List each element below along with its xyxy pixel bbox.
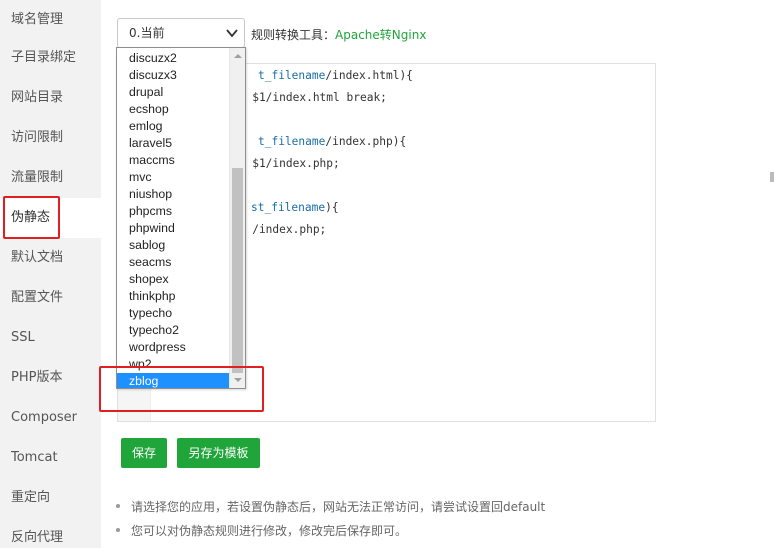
site-settings-sidebar: 域名管理 子目录绑定 网站目录 访问限制 流量限制 伪静态 默认文档 配置文件 … [0,0,101,548]
sidebar-item-reverse-proxy[interactable]: 反向代理 [0,518,101,548]
code-line: st_filename){ [251,201,339,214]
sidebar-item-config-file[interactable]: 配置文件 [0,278,101,318]
sidebar-item-composer[interactable]: Composer [0,398,101,438]
option-drupal[interactable]: drupal [117,84,229,101]
code-line: /index.php; [232,223,327,236]
option-ecshop[interactable]: ecshop [117,101,229,118]
sidebar-item-access-limit[interactable]: 访问限制 [0,118,101,158]
dropdown-scrollbar[interactable] [229,48,245,388]
sidebar-item-site-directory[interactable]: 网站目录 [0,78,101,118]
code-line: t_filename/index.php){ [258,135,407,148]
sidebar-item-traffic-limit[interactable]: 流量限制 [0,158,101,198]
sidebar-item-ssl[interactable]: SSL [0,318,101,358]
code-line: t_filename/index.html){ [258,69,413,82]
option-wordpress[interactable]: wordpress [117,339,229,356]
option-thinkphp[interactable]: thinkphp [117,288,229,305]
highlight-box-sidebar [3,196,60,239]
scrollbar-thumb[interactable] [232,168,243,373]
code-line: $1/index.html break; [232,91,387,104]
option-seacms[interactable]: seacms [117,254,229,271]
sidebar-item-domain[interactable]: 域名管理 [0,0,101,40]
rewrite-rule-options-list[interactable]: discuzx2 discuzx3 drupal ecshop emlog la… [116,47,246,389]
option-shopex[interactable]: shopex [117,271,229,288]
save-as-template-button[interactable]: 另存为模板 [177,438,260,468]
option-phpwind[interactable]: phpwind [117,220,229,237]
option-niushop[interactable]: niushop [117,186,229,203]
option-emlog[interactable]: emlog [117,118,229,135]
chevron-down-icon [226,29,238,38]
sidebar-item-subdirectory[interactable]: 子目录绑定 [0,38,101,78]
tip-item: 请选择您的应用，若设置伪静态后，网站无法正常访问，请尝试设置回default [116,498,545,515]
sidebar-item-tomcat[interactable]: Tomcat [0,438,101,478]
option-mvc[interactable]: mvc [117,169,229,186]
save-button[interactable]: 保存 [121,438,167,468]
scroll-up-arrow-icon[interactable] [234,54,242,58]
option-sablog[interactable]: sablog [117,237,229,254]
option-typecho[interactable]: typecho [117,305,229,322]
option-maccms[interactable]: maccms [117,152,229,169]
apache-to-nginx-link[interactable]: Apache转Nginx [335,28,426,42]
sidebar-item-redirect[interactable]: 重定向 [0,478,101,518]
window-edge-handle [770,172,774,182]
converter-label: 规则转换工具： [251,28,336,42]
sidebar-item-php-version[interactable]: PHP版本 [0,358,101,398]
converter-row: 规则转换工具：Apache转Nginx [251,26,426,43]
option-discuzx3[interactable]: discuzx3 [117,67,229,84]
rewrite-rule-select-value: 0.当前 [129,26,165,40]
tip-item: 您可以对伪静态规则进行修改，修改完后保存即可。 [116,522,407,539]
sidebar-item-default-doc[interactable]: 默认文档 [0,238,101,278]
option-laravel5[interactable]: laravel5 [117,135,229,152]
option-typecho2[interactable]: typecho2 [117,322,229,339]
highlight-box-option [99,366,264,412]
option-phpcms[interactable]: phpcms [117,203,229,220]
code-line: $1/index.php; [232,157,340,170]
option-discuzx2[interactable]: discuzx2 [117,50,229,67]
rewrite-rule-select[interactable]: 0.当前 [117,18,245,48]
